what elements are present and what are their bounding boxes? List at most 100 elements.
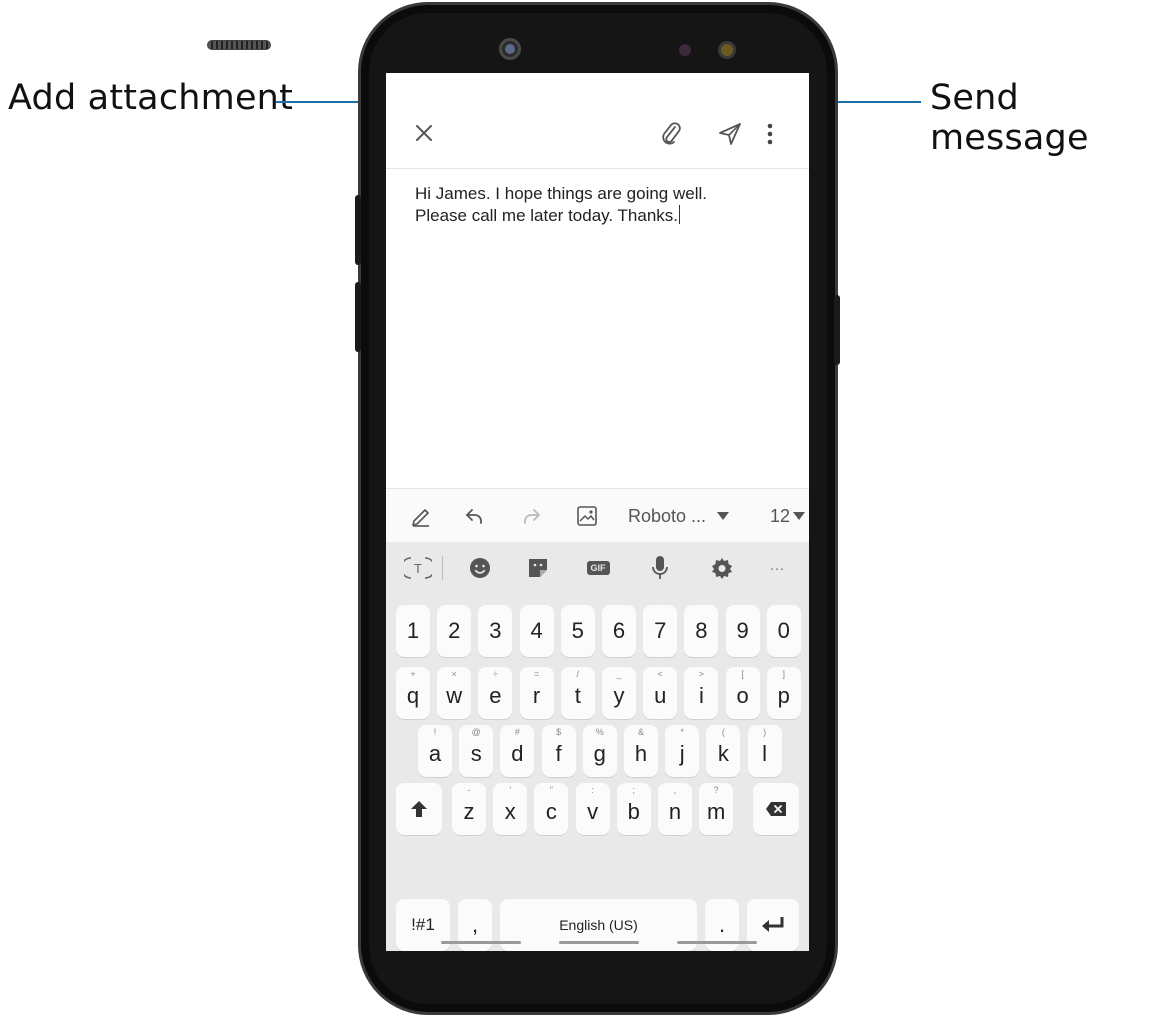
key[interactable]: × w (437, 667, 472, 719)
key[interactable]: ? m (699, 783, 734, 835)
backspace-key[interactable] (753, 783, 799, 835)
key-alt-symbol: $ (556, 727, 562, 737)
key[interactable]: & h (624, 725, 658, 777)
symbols-key-label: !#1 (411, 915, 435, 934)
key[interactable]: [o (725, 667, 760, 719)
pen-icon[interactable] (410, 489, 432, 543)
key[interactable]: 6 (602, 605, 636, 657)
svg-text:T: T (414, 561, 422, 576)
key-alt-symbol: # (514, 727, 520, 737)
key[interactable]: # d (500, 725, 535, 777)
key[interactable]: 3 (478, 605, 513, 657)
send-icon[interactable] (715, 119, 745, 149)
key-label: o (736, 683, 749, 708)
more-vertical-icon[interactable] (760, 119, 780, 149)
key[interactable]: = r (519, 667, 554, 719)
key-alt-symbol: ; (632, 785, 636, 795)
font-name: Roboto ... (628, 505, 707, 526)
key[interactable]: -z (452, 783, 486, 835)
compose-toolbar (386, 73, 809, 169)
key-label: s (470, 741, 482, 766)
key[interactable]: ] p (766, 667, 801, 719)
image-icon[interactable] (576, 489, 598, 543)
key[interactable]: / t (560, 667, 595, 719)
key[interactable]: 0 (766, 605, 801, 657)
key[interactable]: $ f (541, 725, 576, 777)
sticker-icon[interactable] (520, 542, 556, 594)
key[interactable]: _ y (602, 667, 636, 719)
key[interactable]: 2 (437, 605, 472, 657)
key[interactable]: " c (534, 783, 569, 835)
keyboard: T GIF ··· 1234567890 + q × w ÷ e = r / t _ y < u > i[o]… (386, 542, 809, 951)
key-label: h (634, 741, 648, 766)
key[interactable]: 4 (519, 605, 554, 657)
emoji-icon[interactable] (462, 542, 498, 594)
key[interactable]: ! a (418, 725, 452, 777)
key-alt-symbol: ' (509, 785, 512, 795)
earpiece-speaker (207, 40, 271, 50)
nav-bar-pill (559, 941, 639, 944)
key-label: 7 (654, 618, 667, 643)
key[interactable]: 5 (560, 605, 595, 657)
key-label: 6 (612, 618, 626, 643)
key[interactable]: ,n (658, 783, 692, 835)
key[interactable]: 1 (396, 605, 430, 657)
key[interactable]: ; b (616, 783, 651, 835)
font-size-selector[interactable]: 12 (770, 489, 806, 543)
font-size-value: 12 (770, 505, 791, 526)
key[interactable]: 8 (684, 605, 719, 657)
paperclip-icon[interactable] (656, 119, 686, 149)
key-label: d (511, 741, 524, 766)
period-key-label: . (718, 912, 726, 937)
key-label: p (777, 683, 790, 708)
key[interactable]: :v (575, 783, 610, 835)
key[interactable]: + q (396, 667, 430, 719)
shift-key[interactable] (396, 783, 442, 835)
key[interactable]: < u (643, 667, 678, 719)
key-alt-symbol: * (680, 727, 684, 737)
shift-icon (411, 801, 427, 817)
key[interactable]: (k (706, 725, 741, 777)
key-label: m (707, 799, 726, 824)
key-label: n (668, 799, 682, 824)
translate-icon[interactable]: T (400, 542, 436, 594)
key[interactable]: 9 (725, 605, 760, 657)
gear-icon[interactable] (704, 542, 740, 594)
key-label: l (762, 741, 768, 766)
key[interactable]: > i (684, 667, 719, 719)
key-alt-symbol: % (595, 727, 604, 737)
more-options-button[interactable]: ··· (759, 542, 795, 594)
gif-button[interactable]: GIF (580, 542, 616, 594)
key-label: q (406, 683, 420, 708)
key-alt-symbol: [ (741, 669, 744, 679)
comma-key-label: , (471, 912, 479, 937)
key[interactable]: 7 (643, 605, 678, 657)
key-alt-symbol: ) (763, 727, 767, 737)
nav-bar-pill (677, 941, 757, 944)
phone-screen: Hi James. I hope things are going well. … (386, 73, 809, 951)
key-alt-symbol: × (451, 669, 457, 679)
font-selector[interactable]: Roboto ... (628, 489, 730, 543)
key[interactable]: ) l (747, 725, 782, 777)
key[interactable]: ' x (493, 783, 528, 835)
key[interactable]: % g (582, 725, 617, 777)
key-label: z (463, 799, 475, 824)
undo-icon[interactable] (464, 489, 484, 543)
backspace-icon (766, 802, 786, 816)
key-label: 8 (695, 618, 708, 643)
key-label: k (717, 741, 729, 766)
text-cursor (679, 205, 681, 224)
redo-icon[interactable] (522, 489, 542, 543)
add-attachment-callout-label: Add attachment (8, 78, 293, 118)
key-alt-symbol: & (637, 727, 644, 737)
flash-icon (718, 41, 736, 59)
key[interactable]: ÷ e (478, 667, 513, 719)
key-alt-symbol: @ (471, 727, 481, 737)
mic-icon[interactable] (642, 542, 678, 594)
message-body[interactable]: Hi James. I hope things are going well. … (415, 183, 795, 227)
key-label: v (587, 799, 599, 824)
close-icon[interactable] (410, 119, 438, 147)
enter-icon (762, 917, 784, 932)
key[interactable]: * j (665, 725, 700, 777)
key[interactable]: @ s (459, 725, 494, 777)
